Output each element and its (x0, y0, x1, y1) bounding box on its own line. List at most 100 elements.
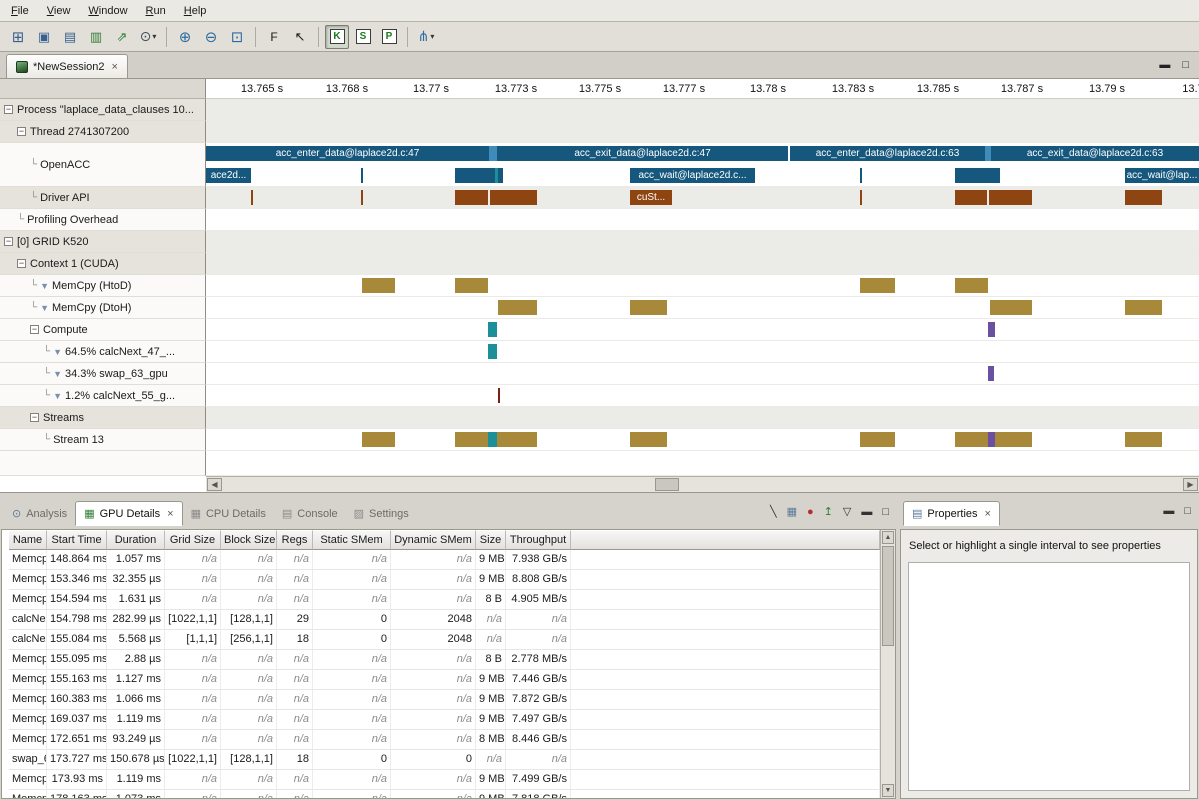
minimize-properties-icon[interactable]: ▬ (1163, 505, 1174, 517)
table-scrollbar-thumb[interactable] (882, 546, 894, 646)
timeline-bar[interactable] (362, 278, 395, 293)
table-row[interactable]: Memcpy148.864 ms1.057 msn/an/an/an/an/a9… (9, 550, 880, 570)
tree-item-driver-api[interactable]: └Driver API (0, 187, 206, 209)
timeline-bar[interactable]: acc_enter_data@laplace2d.c:63 (790, 146, 985, 161)
profile-application-button[interactable]: ▥ (84, 25, 108, 49)
tree-item-stream-13[interactable]: └Stream 13 (0, 429, 206, 451)
timeline-bar[interactable] (989, 190, 1032, 205)
timeline-bar[interactable] (488, 344, 497, 359)
save-timeline-button[interactable]: ▤ (58, 25, 82, 49)
save-button[interactable]: ▣ (32, 25, 56, 49)
scroll-up-icon[interactable]: ▲ (882, 531, 894, 544)
tree-item-memcpy-htod[interactable]: └▼MemCpy (HtoD) (0, 275, 206, 297)
timeline-bar[interactable] (362, 432, 395, 447)
timeline-bar[interactable]: acc_enter_data@laplace2d.c:47 (206, 146, 489, 161)
tree-item-profiling-overhead[interactable]: └Profiling Overhead (0, 209, 206, 231)
tree-item-streams[interactable]: −Streams (0, 407, 206, 429)
menu-help[interactable]: Help (175, 2, 216, 20)
timeline-bar[interactable] (955, 432, 988, 447)
timeline-bar[interactable] (955, 190, 987, 205)
layout-tool-icon[interactable]: ▦ (787, 505, 797, 518)
column-header-tput[interactable]: Throughput (506, 530, 571, 550)
pin-timeline-button[interactable]: ↖ (288, 25, 312, 49)
tree-item-openacc[interactable]: └OpenACC (0, 143, 206, 187)
tree-item-kernel-swap-63[interactable]: └▼34.3% swap_63_gpu (0, 363, 206, 385)
menu-file[interactable]: File (2, 2, 38, 20)
minimize-editor-icon[interactable]: ▬ (1159, 59, 1170, 71)
timeline-bar[interactable] (361, 190, 363, 205)
maximize-panel-icon[interactable]: □ (882, 506, 889, 518)
table-row[interactable]: Memcpy155.095 ms2.88 µsn/an/an/an/an/a8 … (9, 650, 880, 670)
timeline-bar[interactable] (455, 190, 488, 205)
menu-run[interactable]: Run (137, 2, 175, 20)
table-row[interactable]: Memcpy160.383 ms1.066 msn/an/an/an/an/a9… (9, 690, 880, 710)
mark-timeline-button[interactable]: F (262, 25, 286, 49)
timeline-bar[interactable] (488, 322, 497, 337)
zoom-fit-button[interactable]: ⊡ (225, 25, 249, 49)
close-session-tab-icon[interactable]: × (112, 61, 118, 73)
scroll-right-icon[interactable]: ▶ (1183, 478, 1198, 491)
timeline-bar[interactable] (489, 146, 497, 161)
timeline-bar[interactable] (988, 322, 995, 337)
timeline-bar[interactable] (455, 432, 488, 447)
collapse-icon[interactable]: − (4, 237, 13, 246)
timeline-ruler[interactable]: 13.765 s13.768 s13.77 s13.773 s13.775 s1… (206, 79, 1199, 99)
menu-view[interactable]: View (38, 2, 80, 20)
timeline-bar[interactable] (988, 366, 994, 381)
close-properties-tab-icon[interactable]: × (985, 508, 991, 520)
timeline-bar[interactable] (1125, 300, 1162, 315)
timeline-bar[interactable] (860, 190, 862, 205)
timeline-bar[interactable]: acc_exit_data@laplace2d.c:47 (497, 146, 788, 161)
timeline-bar[interactable] (488, 432, 497, 447)
kernel-coloring-button[interactable]: K (325, 25, 349, 49)
export-tool-icon[interactable]: ↥ (824, 505, 833, 518)
column-header-name[interactable]: Name (9, 530, 47, 550)
timeline-bar[interactable] (361, 168, 363, 183)
tab-cpu-details[interactable]: ▦CPU Details (183, 501, 274, 526)
tree-item-thread[interactable]: −Thread 2741307200 (0, 121, 206, 143)
column-header-regs[interactable]: Regs (277, 530, 313, 550)
timeline-bar[interactable] (1125, 432, 1162, 447)
timeline-bar[interactable] (251, 190, 253, 205)
timeline-bar[interactable] (630, 432, 667, 447)
timeline-bar[interactable] (955, 168, 1000, 183)
search-button[interactable]: ⊙▾ (136, 25, 160, 49)
tree-item-grid-k520[interactable]: −[0] GRID K520 (0, 231, 206, 253)
collapse-icon[interactable]: − (30, 413, 39, 422)
tab-gpu-details[interactable]: ▦GPU Details× (75, 501, 182, 526)
tab-properties[interactable]: ▤ Properties × (903, 501, 1000, 526)
table-row[interactable]: Memcpy173.93 ms1.119 msn/an/an/an/an/a9 … (9, 770, 880, 790)
timeline-bar[interactable] (498, 300, 537, 315)
table-row[interactable]: calcNext155.084 ms5.568 µs[1,1,1][256,1,… (9, 630, 880, 650)
maximize-editor-icon[interactable]: □ (1182, 59, 1189, 71)
table-row[interactable]: Memcpy172.651 ms93.249 µsn/an/an/an/an/a… (9, 730, 880, 750)
tree-item-process[interactable]: −Process "laplace_data_clauses 10... (0, 99, 206, 121)
timeline-bar[interactable]: acc_wait@lap... (1125, 168, 1199, 183)
timeline-bar[interactable] (498, 168, 503, 183)
menu-window[interactable]: Window (79, 2, 136, 20)
table-row[interactable]: Memcpy178.163 ms1.073 msn/an/an/an/an/a9… (9, 790, 880, 798)
timeline-bar[interactable] (955, 278, 988, 293)
tab-settings[interactable]: ▨Settings (346, 501, 417, 526)
collapse-icon[interactable]: − (30, 325, 39, 334)
tree-item-kernel-calcnext-55[interactable]: └▼1.2% calcNext_55_g... (0, 385, 206, 407)
tab-console[interactable]: ▤Console (274, 501, 346, 526)
close-tab-icon[interactable]: × (167, 508, 173, 520)
timeline-bar[interactable]: cuSt... (630, 190, 672, 205)
scroll-left-icon[interactable]: ◀ (207, 478, 222, 491)
timeline-bar[interactable] (860, 432, 895, 447)
timeline-bar[interactable] (860, 168, 862, 183)
table-row[interactable]: Memcpy155.163 ms1.127 msn/an/an/an/an/a9… (9, 670, 880, 690)
tree-item-memcpy-dtoh[interactable]: └▼MemCpy (DtoH) (0, 297, 206, 319)
scrollbar-thumb[interactable] (655, 478, 679, 491)
tree-item-context-1[interactable]: −Context 1 (CUDA) (0, 253, 206, 275)
timeline-bar[interactable] (455, 168, 495, 183)
table-row[interactable]: Memcpy169.037 ms1.119 msn/an/an/an/an/a9… (9, 710, 880, 730)
analysis-button[interactable]: ⋔▾ (414, 25, 438, 49)
highlight-tool-icon[interactable]: ╲ (770, 505, 777, 518)
timeline-bar[interactable] (455, 278, 488, 293)
timeline-horizontal-scrollbar[interactable]: ◀ ▶ (206, 476, 1199, 492)
record-tool-icon[interactable]: ● (807, 506, 814, 518)
new-session-button[interactable]: ⊞ (6, 25, 30, 49)
column-header-size[interactable]: Size (476, 530, 506, 550)
